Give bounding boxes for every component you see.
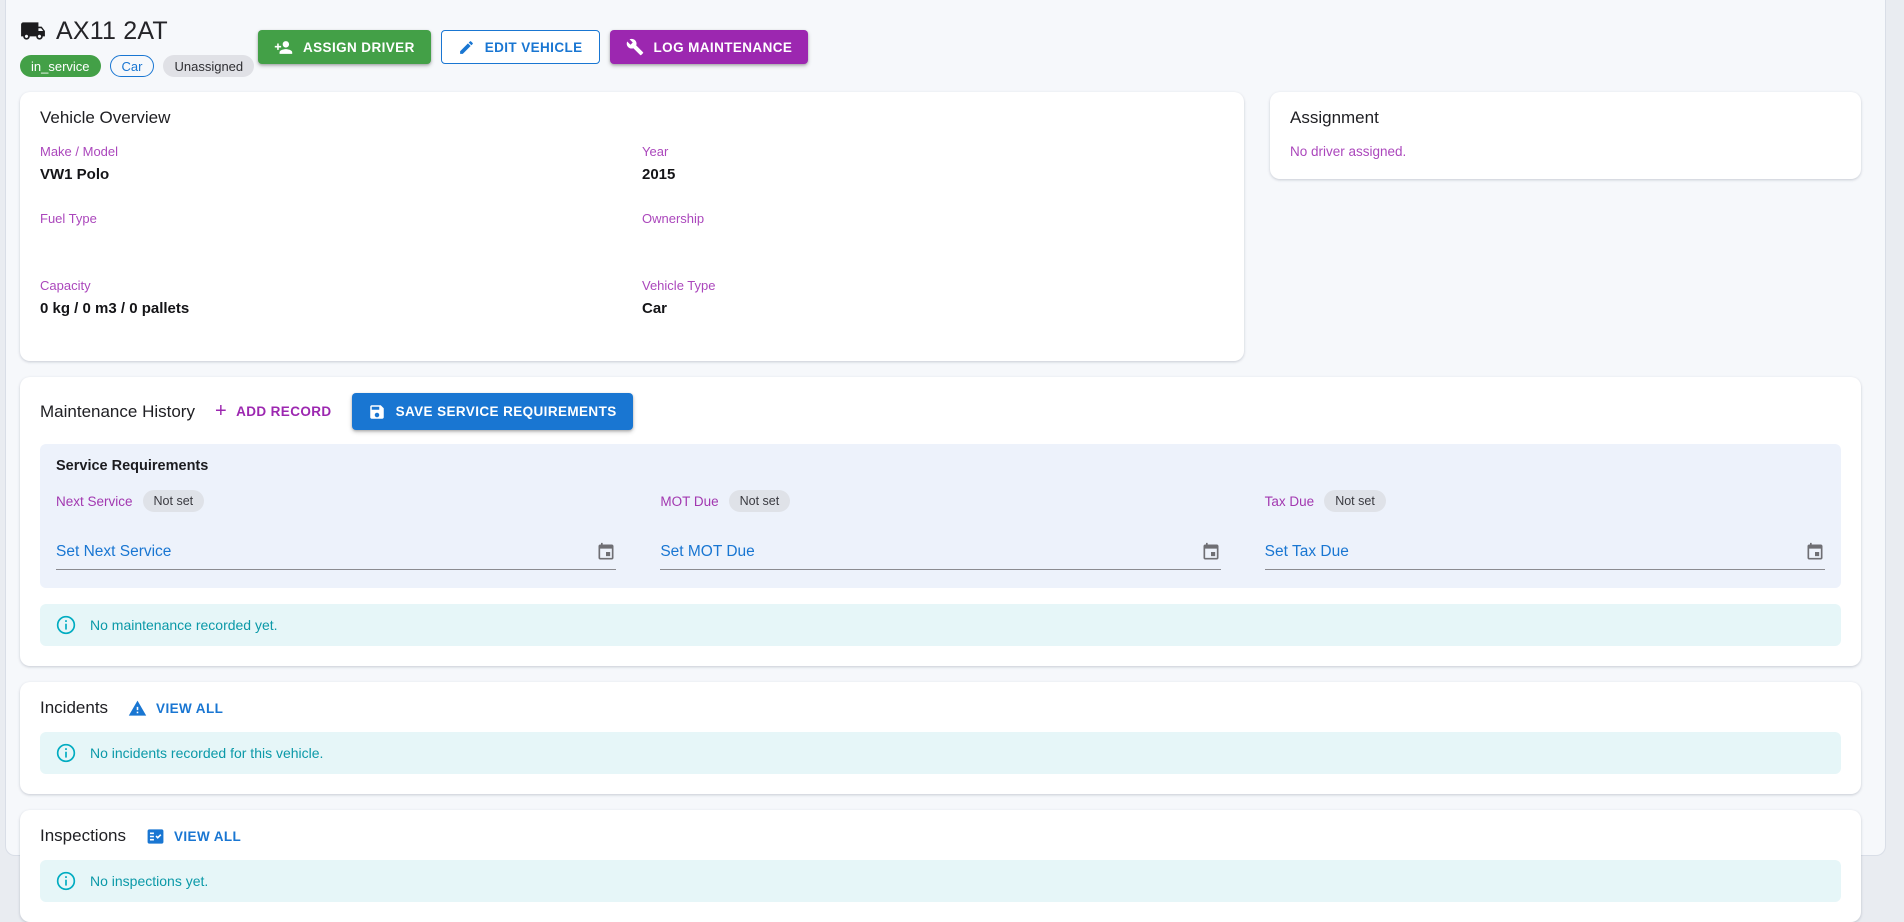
mot-due-label: MOT Due <box>660 493 719 509</box>
set-next-service-label: Set Next Service <box>56 543 172 560</box>
set-tax-due-label: Set Tax Due <box>1264 543 1349 560</box>
info-icon <box>56 871 76 891</box>
field-value: 2015 <box>642 166 676 183</box>
field-fuel-type: Fuel Type <box>40 211 622 252</box>
inspections-title: Inspections <box>40 826 126 845</box>
next-service-status-chip: Not set <box>142 490 205 512</box>
assignment-badge: Unassigned <box>163 55 255 77</box>
inspections-empty-text: No inspections yet. <box>90 873 209 889</box>
log-maintenance-button[interactable]: LOG MAINTENANCE <box>609 30 809 64</box>
inspections-view-all-label: VIEW ALL <box>174 828 242 844</box>
incidents-view-all-label: VIEW ALL <box>156 700 224 716</box>
add-record-label: ADD RECORD <box>236 404 332 419</box>
calendar-icon[interactable] <box>1201 542 1221 562</box>
vehicle-overview-title: Vehicle Overview <box>40 108 171 127</box>
service-requirements-panel: Service Requirements Next Service Not se… <box>40 444 1841 588</box>
field-label: Year <box>642 144 669 159</box>
tax-due-status-chip: Not set <box>1324 490 1386 512</box>
wrench-icon <box>626 38 643 56</box>
set-next-service-field[interactable]: Set Next Service <box>56 542 617 570</box>
page-header: AX11 2AT in_service Car Unassigned ASSIG… <box>20 14 1861 78</box>
field-vehicle-type: Vehicle Type Car <box>642 278 1224 319</box>
maintenance-history-card: Maintenance History + ADD RECORD SAVE SE… <box>20 377 1861 666</box>
log-maintenance-label: LOG MAINTENANCE <box>653 39 793 55</box>
info-icon <box>56 743 76 763</box>
set-tax-due-field[interactable]: Set Tax Due <box>1264 542 1825 570</box>
incidents-empty-text: No incidents recorded for this vehicle. <box>90 745 324 761</box>
save-icon <box>369 404 384 419</box>
assignment-card: Assignment No driver assigned. <box>1270 92 1861 179</box>
field-label: Vehicle Type <box>642 278 716 293</box>
header-actions: ASSIGN DRIVER EDIT VEHICLE LOG MAINTENAN… <box>258 30 809 64</box>
vehicle-detail-page: AX11 2AT in_service Car Unassigned ASSIG… <box>5 0 1886 922</box>
field-value: VW1 Polo <box>40 166 110 183</box>
page-title: AX11 2AT <box>56 16 168 45</box>
status-badge-in-service: in_service <box>20 55 101 77</box>
service-requirements-title: Service Requirements <box>56 458 209 474</box>
vehicle-overview-card: Vehicle Overview Make / Model VW1 Polo Y… <box>20 92 1244 361</box>
tax-due-column: Tax Due Not set Set Tax Due <box>1264 490 1825 570</box>
add-record-button[interactable]: + ADD RECORD <box>214 399 332 422</box>
field-ownership: Ownership <box>642 211 1224 252</box>
field-label: Ownership <box>642 211 705 226</box>
assignment-empty-text: No driver assigned. <box>1290 144 1407 159</box>
maintenance-history-title: Maintenance History <box>40 401 195 421</box>
assign-driver-button[interactable]: ASSIGN DRIVER <box>258 30 431 64</box>
mot-due-column: MOT Due Not set Set MOT Due <box>660 490 1221 570</box>
set-mot-due-label: Set MOT Due <box>660 543 755 560</box>
field-value: 0 kg / 0 m3 / 0 pallets <box>40 300 190 317</box>
edit-vehicle-label: EDIT VEHICLE <box>484 39 583 55</box>
assignment-title: Assignment <box>1290 108 1379 127</box>
inspections-card: Inspections VIEW ALL No inspections yet. <box>20 810 1861 922</box>
inspections-empty-alert: No inspections yet. <box>40 860 1841 902</box>
field-value <box>642 233 1224 252</box>
save-service-requirements-label: SAVE SERVICE REQUIREMENTS <box>395 404 617 419</box>
maintenance-empty-text: No maintenance recorded yet. <box>90 617 278 633</box>
calendar-icon[interactable] <box>1805 542 1825 562</box>
field-value <box>40 233 622 252</box>
incidents-empty-alert: No incidents recorded for this vehicle. <box>40 732 1841 774</box>
field-make-model: Make / Model VW1 Polo <box>40 144 622 185</box>
field-year: Year 2015 <box>642 144 1224 185</box>
pencil-icon <box>459 40 473 54</box>
person-add-icon <box>274 40 293 54</box>
calendar-icon[interactable] <box>596 542 616 562</box>
vehicle-type-badge: Car <box>109 55 155 77</box>
assign-driver-label: ASSIGN DRIVER <box>303 39 415 55</box>
truck-icon <box>21 22 45 40</box>
mot-due-status-chip: Not set <box>728 490 791 512</box>
edit-vehicle-button[interactable]: EDIT VEHICLE <box>440 30 600 64</box>
incidents-card: Incidents VIEW ALL No incidents recorded… <box>20 682 1861 794</box>
plus-icon: + <box>214 399 228 422</box>
field-label: Capacity <box>40 278 91 293</box>
next-service-label: Next Service <box>56 493 133 509</box>
field-label: Make / Model <box>40 144 119 159</box>
set-mot-due-field[interactable]: Set MOT Due <box>660 542 1221 570</box>
inspections-view-all-button[interactable]: VIEW ALL <box>146 827 241 846</box>
vehicle-overview-fields: Make / Model VW1 Polo Year 2015 Fuel Typ… <box>40 144 1224 345</box>
field-label: Fuel Type <box>40 211 97 226</box>
incidents-view-all-button[interactable]: VIEW ALL <box>128 699 223 718</box>
tax-due-label: Tax Due <box>1264 493 1315 509</box>
field-value: Car <box>642 300 668 317</box>
warning-icon <box>128 700 147 716</box>
fact-check-icon <box>147 828 164 844</box>
maintenance-empty-alert: No maintenance recorded yet. <box>40 604 1841 646</box>
next-service-column: Next Service Not set Set Next Service <box>56 490 617 570</box>
field-capacity: Capacity 0 kg / 0 m3 / 0 pallets <box>40 278 622 319</box>
save-service-requirements-button[interactable]: SAVE SERVICE REQUIREMENTS <box>351 393 633 430</box>
info-icon <box>56 615 76 635</box>
incidents-title: Incidents <box>40 698 109 717</box>
